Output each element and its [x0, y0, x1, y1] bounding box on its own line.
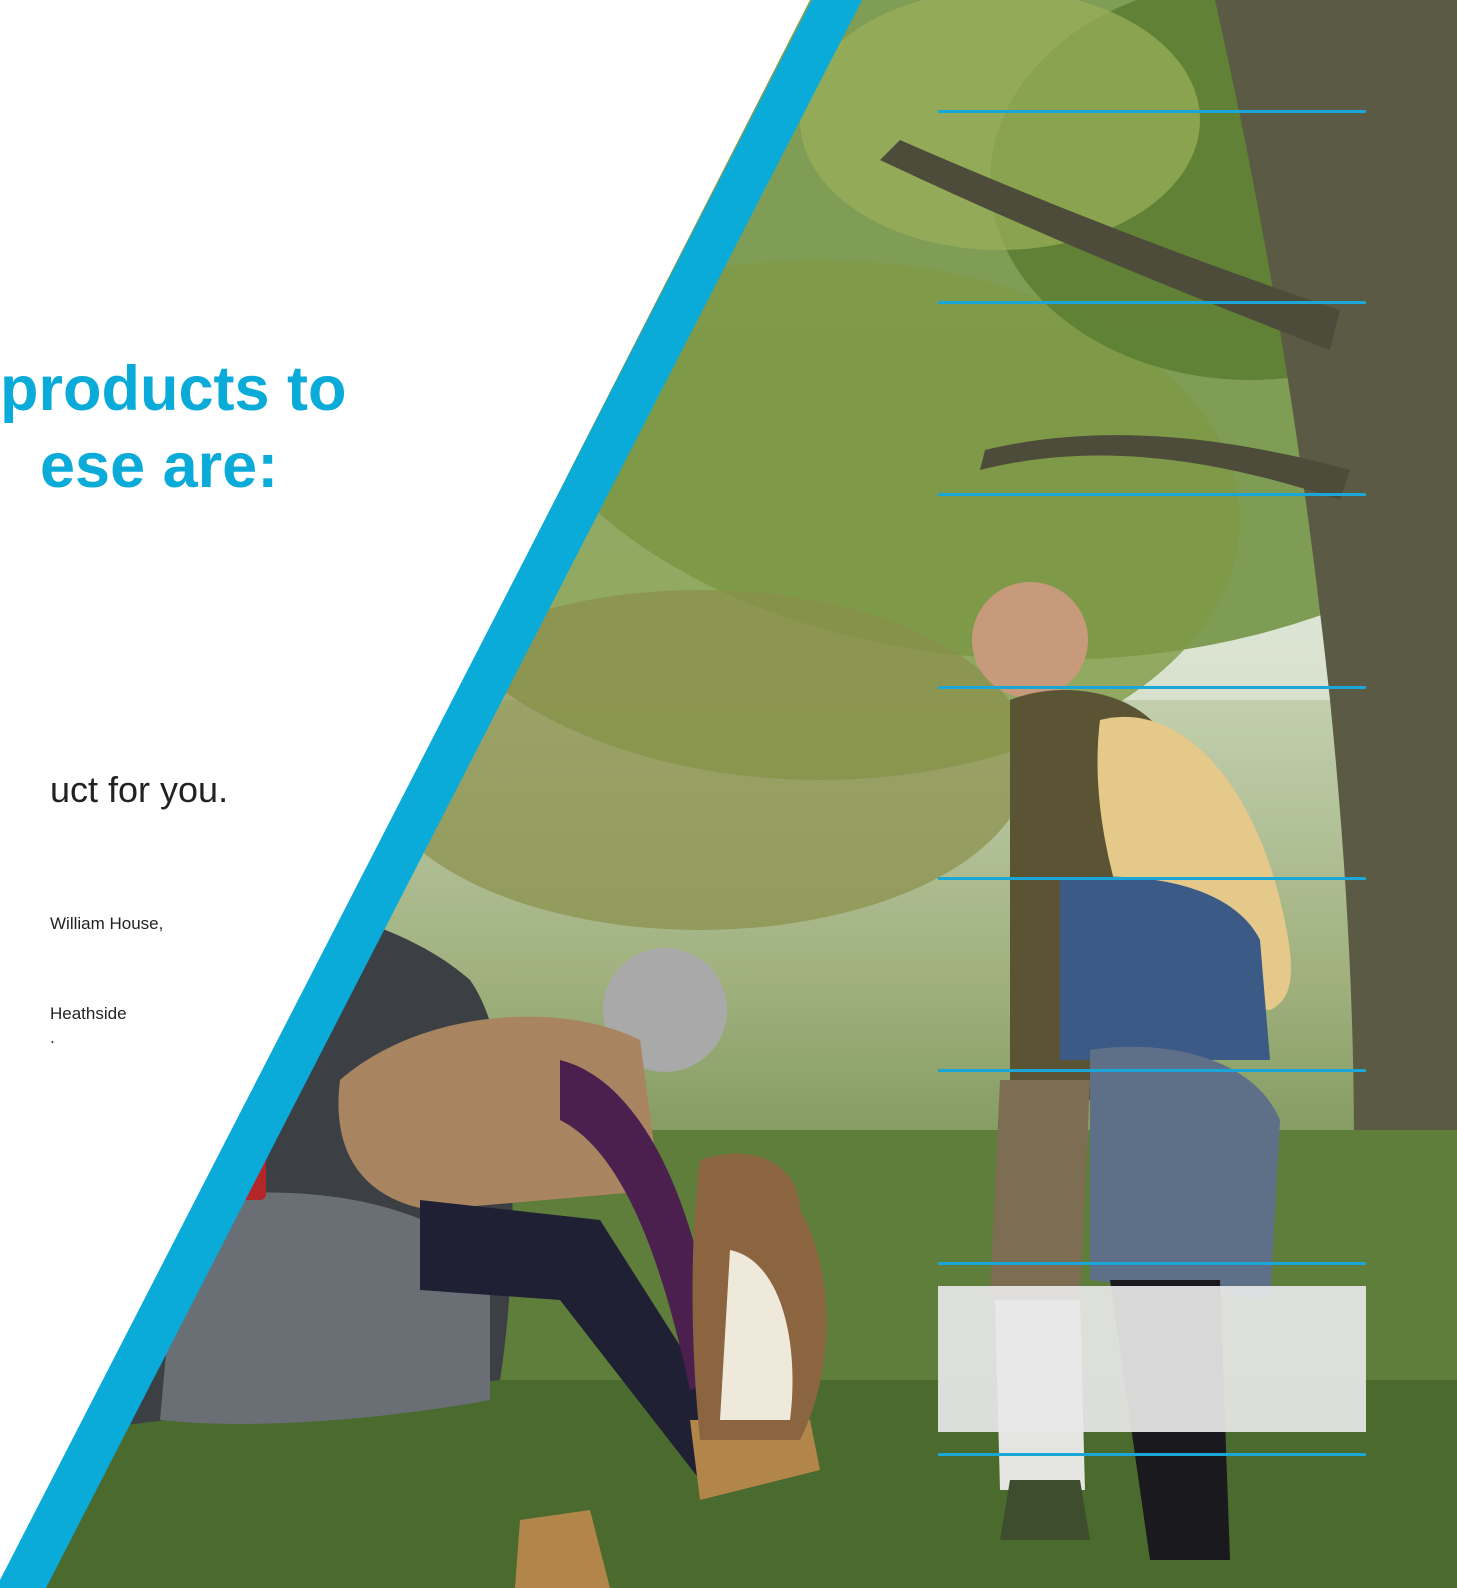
form-rule [938, 301, 1366, 304]
subheading: uct for you. [50, 769, 229, 810]
brochure-page: products to ese are: uct for you. Willia… [0, 0, 1457, 1588]
address-line-3: . [50, 1028, 55, 1047]
heading-line-2: ese are: [40, 431, 279, 501]
form-rule [938, 1262, 1366, 1265]
heading-line-1: products to [0, 354, 347, 424]
address-line-1: William House, [50, 914, 164, 933]
form-rule [938, 493, 1366, 496]
signature-box[interactable] [938, 1286, 1366, 1432]
form-rule [938, 1069, 1366, 1072]
form-rule [938, 877, 1366, 880]
form-rule [938, 110, 1366, 113]
address-line-2: Heathside [50, 1004, 127, 1023]
form-rule [938, 686, 1366, 689]
form-rule [938, 1453, 1366, 1456]
